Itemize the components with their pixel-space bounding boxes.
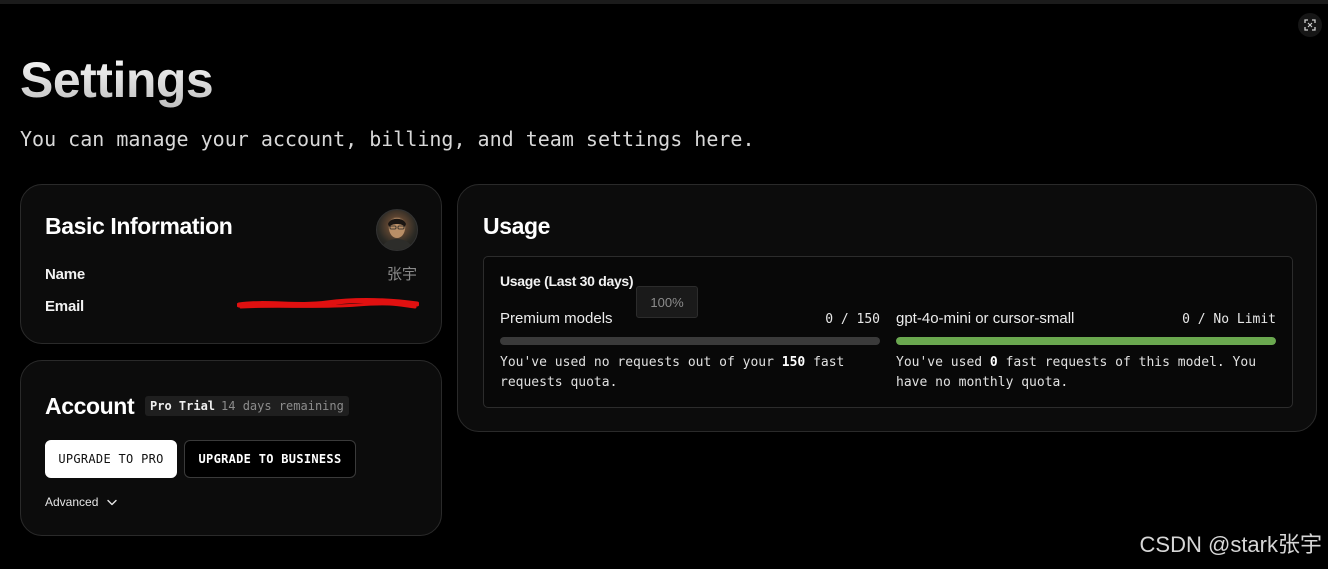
account-title: Account <box>45 393 135 419</box>
page-subtitle: You can manage your account, billing, an… <box>20 127 755 151</box>
usage-panel: Usage (Last 30 days) Premium models 0 / … <box>483 256 1293 408</box>
plan-badge: Pro Trial 14 days remaining <box>145 396 349 416</box>
email-redaction <box>237 297 419 309</box>
expand-icon <box>1304 19 1316 31</box>
usage-panel-title: Usage (Last 30 days) <box>500 273 634 289</box>
window-top-strip <box>0 0 1328 4</box>
watermark: CSDN @stark张宇 <box>1139 532 1322 557</box>
plan-name: Pro Trial <box>150 399 216 413</box>
usage-card: Usage Usage (Last 30 days) Premium model… <box>457 184 1317 432</box>
model-usage-description: You've used 0 fast requests of this mode… <box>896 355 1257 390</box>
upgrade-to-pro-button[interactable]: UPGRADE TO PRO <box>45 440 177 478</box>
model-count: 0 / 150 <box>825 312 880 327</box>
name-label: Name <box>45 266 86 283</box>
upgrade-to-business-button[interactable]: UPGRADE TO BUSINESS <box>184 440 356 478</box>
chevron-down-icon <box>107 499 118 505</box>
email-label: Email <box>45 298 85 315</box>
model-name: gpt-4o-mini or cursor-small <box>896 310 1075 327</box>
usage-progress-fill <box>896 337 1276 345</box>
usage-progress-bar <box>896 337 1276 345</box>
model-name: Premium models <box>500 310 613 327</box>
model-usage-description: You've used no requests out of your 150 … <box>500 355 845 390</box>
model-count: 0 / No Limit <box>1182 312 1276 327</box>
user-avatar[interactable] <box>376 209 418 251</box>
name-value: 张宇 <box>386 266 417 283</box>
basic-information-card: Basic Information Name 张宇 Email <box>20 184 442 344</box>
usage-progress-bar <box>500 337 880 345</box>
basic-information-title: Basic Information <box>45 213 233 239</box>
plan-remaining: 14 days remaining <box>221 399 344 413</box>
progress-tooltip: 100% <box>636 286 698 318</box>
avatar-image <box>381 218 413 250</box>
advanced-label: Advanced <box>45 495 99 509</box>
expand-button[interactable] <box>1298 13 1322 37</box>
account-card: Account Pro Trial 14 days remaining UPGRA… <box>20 360 442 536</box>
advanced-toggle[interactable]: Advanced <box>45 495 118 509</box>
usage-title: Usage <box>483 213 551 239</box>
page-title: Settings <box>20 52 214 108</box>
